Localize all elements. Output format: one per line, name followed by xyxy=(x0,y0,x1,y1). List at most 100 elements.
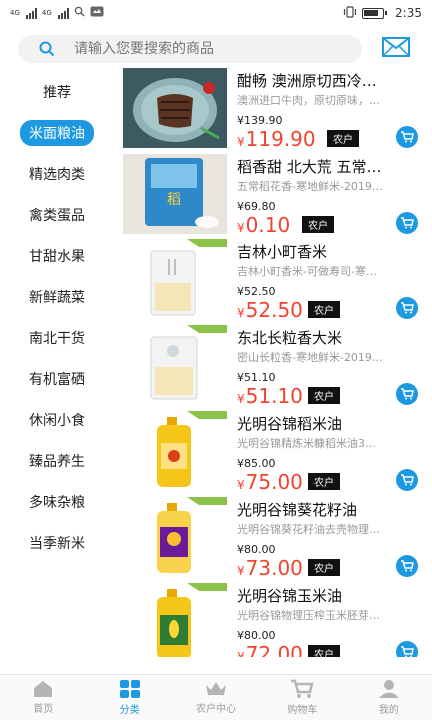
product-name[interactable]: 酣畅 澳洲原切西冷… xyxy=(237,70,417,91)
category-item-grain-oil[interactable]: 米面粮油 xyxy=(0,112,114,153)
sale-price: ¥51.10 xyxy=(237,384,303,408)
original-price: ¥80.00 xyxy=(237,543,276,556)
original-price: ¥80.00 xyxy=(237,629,276,642)
sale-price: ¥119.90 xyxy=(237,127,316,151)
category-item-new-rice[interactable]: 当季新米 xyxy=(0,522,114,563)
oil-bottle-image xyxy=(123,497,227,577)
cart-icon xyxy=(401,302,414,314)
category-item-vegetables[interactable]: 新鲜蔬菜 xyxy=(0,276,114,317)
bottom-tab-bar: 首页 分类 农户中心 购物车 我的 xyxy=(0,674,432,720)
search-icon xyxy=(32,41,62,57)
category-item-health[interactable]: 臻品养生 xyxy=(0,440,114,481)
tab-profile[interactable]: 我的 xyxy=(346,675,432,720)
add-to-cart-button[interactable] xyxy=(396,469,418,491)
sale-price: ¥52.50 xyxy=(237,298,303,322)
product-item[interactable]: 东北长粒香大米 密山长粒香-寒地鲜米-2019… ¥51.10 ¥51.10 农… xyxy=(120,325,432,411)
tab-label: 农户中心 xyxy=(196,704,237,715)
tab-label: 首页 xyxy=(33,704,54,715)
add-to-cart-button[interactable] xyxy=(396,212,418,234)
category-label: 休闲小食 xyxy=(29,412,85,429)
status-bar: 4G 4G 2:35 xyxy=(0,0,432,26)
currency-symbol: ¥ xyxy=(237,564,245,578)
currency-symbol: ¥ xyxy=(237,306,245,320)
category-label: 多味杂粮 xyxy=(29,494,85,511)
product-item[interactable]: 光明谷锦玉米油 光明谷锦物理压榨玉米胚芽… ¥80.00 ¥72.00 农户 xyxy=(120,583,432,657)
svg-text:稻: 稻 xyxy=(167,192,181,208)
signal-icon xyxy=(25,7,37,19)
product-description: 密山长粒香-寒地鲜米-2019… xyxy=(237,351,383,364)
sale-price: ¥0.10 xyxy=(237,213,290,237)
tab-farmer-center[interactable]: 农户中心 xyxy=(173,675,259,720)
farmer-badge: 农户 xyxy=(308,301,340,318)
currency-symbol: ¥ xyxy=(237,478,245,492)
add-to-cart-button[interactable] xyxy=(396,126,418,148)
oil-bottle-image xyxy=(123,583,227,657)
network-type-1: 4G xyxy=(10,9,20,17)
category-item-meat[interactable]: 精选肉类 xyxy=(0,153,114,194)
product-name[interactable]: 光明谷锦稻米油 xyxy=(237,413,417,434)
home-icon xyxy=(34,681,53,697)
crown-icon xyxy=(206,682,227,695)
product-description: 光明谷锦葵花籽油去壳物理… xyxy=(237,523,380,536)
app-notification-icon xyxy=(90,6,104,20)
category-sidebar: 推荐 米面粮油 精选肉类 禽类蛋品 甘甜水果 新鲜蔬菜 南北干货 有机富硒 休闲… xyxy=(0,70,114,673)
category-item-fruit[interactable]: 甘甜水果 xyxy=(0,235,114,276)
cart-icon xyxy=(291,679,315,698)
product-name[interactable]: 稻香甜 北大荒 五常… xyxy=(237,156,417,177)
category-item-snacks[interactable]: 休闲小食 xyxy=(0,399,114,440)
user-icon xyxy=(378,680,399,698)
category-item-recommend[interactable]: 推荐 xyxy=(0,71,114,112)
category-label: 臻品养生 xyxy=(29,453,85,470)
original-price: ¥139.90 xyxy=(237,114,283,127)
farmer-badge: 农户 xyxy=(327,130,359,147)
product-item[interactable]: 酣畅 澳洲原切西冷… 澳洲进口牛肉，原切原味，… ¥139.90 ¥119.90… xyxy=(120,68,432,154)
sale-price-value: 119.90 xyxy=(245,127,316,151)
tab-home[interactable]: 首页 xyxy=(0,675,86,720)
product-item[interactable]: 稻 稻香甜 北大荒 五常… 五常稻花香-寒地鲜米-2019… ¥69.80 ¥0… xyxy=(120,154,432,240)
add-to-cart-button[interactable] xyxy=(396,555,418,577)
farmer-badge: 农户 xyxy=(308,559,340,576)
product-description: 五常稻花香-寒地鲜米-2019… xyxy=(237,180,383,193)
product-name[interactable]: 东北长粒香大米 xyxy=(237,327,417,348)
farmer-badge: 农户 xyxy=(308,473,340,490)
category-label: 禽类蛋品 xyxy=(29,207,85,224)
category-label: 米面粮油 xyxy=(20,119,94,146)
network-type-2: 4G xyxy=(41,9,52,17)
farmer-badge: 农户 xyxy=(302,216,334,233)
farmer-badge: 农户 xyxy=(308,387,340,404)
rice-bag-image xyxy=(123,325,227,405)
category-label: 新鲜蔬菜 xyxy=(29,289,85,306)
product-item[interactable]: 光明谷锦葵花籽油 光明谷锦葵花籽油去壳物理… ¥80.00 ¥73.00 农户 xyxy=(120,497,432,583)
add-to-cart-button[interactable] xyxy=(396,297,418,319)
category-label: 精选肉类 xyxy=(29,166,85,183)
rice-bag-image xyxy=(123,239,227,319)
sale-price: ¥75.00 xyxy=(237,470,303,494)
tab-category[interactable]: 分类 xyxy=(86,675,172,720)
category-item-poultry-eggs[interactable]: 禽类蛋品 xyxy=(0,194,114,235)
product-name[interactable]: 光明谷锦玉米油 xyxy=(237,585,417,606)
cart-icon xyxy=(401,131,414,143)
original-price: ¥51.10 xyxy=(237,371,276,384)
add-to-cart-button[interactable] xyxy=(396,383,418,405)
search-status-icon xyxy=(74,6,85,20)
category-label: 有机富硒 xyxy=(29,371,85,388)
category-label: 南北干货 xyxy=(29,330,85,347)
cart-icon xyxy=(401,646,414,657)
cart-icon xyxy=(401,474,414,486)
tab-cart[interactable]: 购物车 xyxy=(259,675,345,720)
product-name[interactable]: 光明谷锦葵花籽油 xyxy=(237,499,417,520)
oil-bottle-image xyxy=(123,411,227,491)
original-price: ¥85.00 xyxy=(237,457,276,470)
product-list[interactable]: 酣畅 澳洲原切西冷… 澳洲进口牛肉，原切原味，… ¥139.90 ¥119.90… xyxy=(120,67,432,657)
category-item-dried-goods[interactable]: 南北干货 xyxy=(0,317,114,358)
search-input[interactable] xyxy=(74,41,354,57)
message-icon[interactable] xyxy=(382,37,410,61)
product-item[interactable]: 吉林小町香米 吉林小町香米-可做寿司-寒… ¥52.50 ¥52.50 农户 xyxy=(120,239,432,325)
add-to-cart-button[interactable] xyxy=(396,641,418,657)
clock: 2:35 xyxy=(395,6,422,20)
category-item-organic-selenium[interactable]: 有机富硒 xyxy=(0,358,114,399)
product-name[interactable]: 吉林小町香米 xyxy=(237,241,417,262)
search-bar[interactable] xyxy=(18,35,362,63)
category-item-mixed-grains[interactable]: 多味杂粮 xyxy=(0,481,114,522)
product-item[interactable]: 光明谷锦稻米油 光明谷锦精炼米糠稻米油3… ¥85.00 ¥75.00 农户 xyxy=(120,411,432,497)
